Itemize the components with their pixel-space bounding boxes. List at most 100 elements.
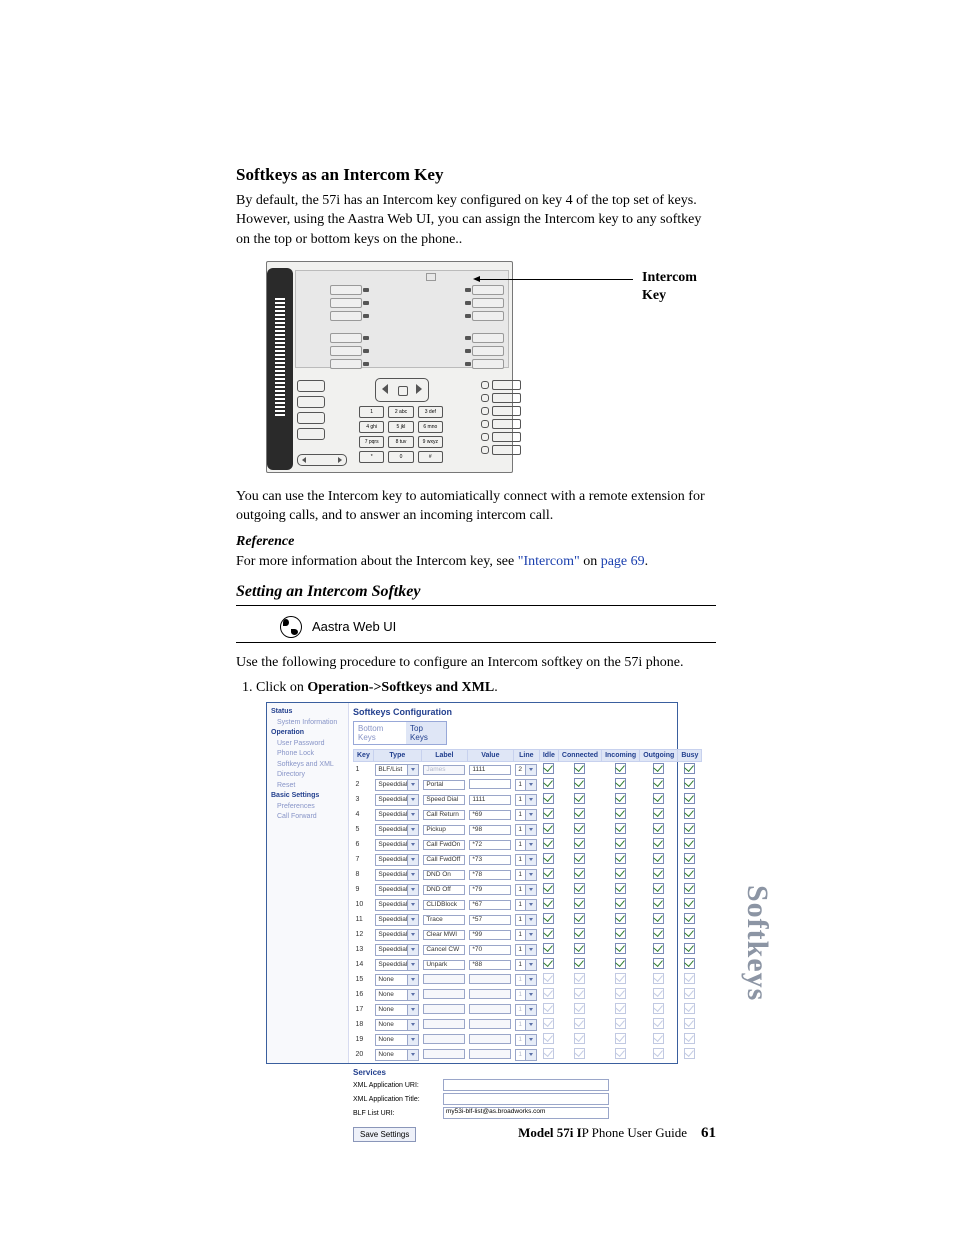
value-input[interactable]: *69 bbox=[469, 810, 511, 820]
type-select[interactable]: None bbox=[375, 1049, 419, 1061]
xml-uri-input[interactable] bbox=[443, 1079, 609, 1091]
label-input[interactable]: Call Return bbox=[423, 810, 465, 820]
state-checkbox[interactable] bbox=[615, 868, 626, 879]
label-input[interactable]: Call FwdOn bbox=[423, 840, 465, 850]
value-input[interactable]: *88 bbox=[469, 960, 511, 970]
state-checkbox[interactable] bbox=[615, 943, 626, 954]
state-checkbox[interactable] bbox=[574, 793, 585, 804]
state-checkbox[interactable] bbox=[574, 868, 585, 879]
line-select[interactable]: 1 bbox=[515, 839, 537, 851]
value-input[interactable]: *70 bbox=[469, 945, 511, 955]
line-select[interactable]: 1 bbox=[515, 959, 537, 971]
state-checkbox[interactable] bbox=[574, 958, 585, 969]
state-checkbox[interactable] bbox=[653, 958, 664, 969]
state-checkbox[interactable] bbox=[574, 823, 585, 834]
state-checkbox[interactable] bbox=[543, 868, 554, 879]
state-checkbox[interactable] bbox=[543, 913, 554, 924]
type-select[interactable]: Speeddial bbox=[375, 794, 419, 806]
line-select[interactable]: 1 bbox=[515, 854, 537, 866]
value-input[interactable]: *99 bbox=[469, 930, 511, 940]
value-input[interactable]: *98 bbox=[469, 825, 511, 835]
value-input[interactable]: *57 bbox=[469, 915, 511, 925]
value-input[interactable]: *72 bbox=[469, 840, 511, 850]
label-input[interactable]: Trace bbox=[423, 915, 465, 925]
state-checkbox[interactable] bbox=[653, 808, 664, 819]
type-select[interactable]: None bbox=[375, 974, 419, 986]
value-input[interactable]: *67 bbox=[469, 900, 511, 910]
label-input[interactable]: Unpark bbox=[423, 960, 465, 970]
state-checkbox[interactable] bbox=[615, 928, 626, 939]
line-select[interactable]: 1 bbox=[515, 794, 537, 806]
line-select[interactable]: 1 bbox=[515, 914, 537, 926]
state-checkbox[interactable] bbox=[684, 838, 695, 849]
state-checkbox[interactable] bbox=[574, 928, 585, 939]
state-checkbox[interactable] bbox=[574, 778, 585, 789]
state-checkbox[interactable] bbox=[653, 763, 664, 774]
line-select[interactable]: 2 bbox=[515, 764, 537, 776]
state-checkbox[interactable] bbox=[543, 793, 554, 804]
label-input[interactable]: Clear MWI bbox=[423, 930, 465, 940]
type-select[interactable]: None bbox=[375, 1004, 419, 1016]
value-input[interactable]: 1111 bbox=[469, 765, 511, 775]
type-select[interactable]: Speeddial bbox=[375, 929, 419, 941]
type-select[interactable]: Speeddial bbox=[375, 914, 419, 926]
state-checkbox[interactable] bbox=[543, 958, 554, 969]
type-select[interactable]: None bbox=[375, 1034, 419, 1046]
state-checkbox[interactable] bbox=[615, 853, 626, 864]
type-select[interactable]: None bbox=[375, 989, 419, 1001]
state-checkbox[interactable] bbox=[684, 763, 695, 774]
type-select[interactable]: Speeddial bbox=[375, 899, 419, 911]
line-select[interactable]: 1 bbox=[515, 824, 537, 836]
state-checkbox[interactable] bbox=[543, 763, 554, 774]
label-input[interactable]: Speed Dial bbox=[423, 795, 465, 805]
state-checkbox[interactable] bbox=[653, 778, 664, 789]
line-select[interactable]: 1 bbox=[515, 884, 537, 896]
state-checkbox[interactable] bbox=[653, 898, 664, 909]
state-checkbox[interactable] bbox=[574, 898, 585, 909]
state-checkbox[interactable] bbox=[543, 898, 554, 909]
state-checkbox[interactable] bbox=[574, 763, 585, 774]
state-checkbox[interactable] bbox=[684, 928, 695, 939]
type-select[interactable]: Speeddial bbox=[375, 839, 419, 851]
state-checkbox[interactable] bbox=[684, 778, 695, 789]
line-select[interactable]: 1 bbox=[515, 944, 537, 956]
state-checkbox[interactable] bbox=[684, 898, 695, 909]
type-select[interactable]: Speeddial bbox=[375, 779, 419, 791]
state-checkbox[interactable] bbox=[543, 838, 554, 849]
state-checkbox[interactable] bbox=[615, 913, 626, 924]
state-checkbox[interactable] bbox=[684, 913, 695, 924]
state-checkbox[interactable] bbox=[615, 823, 626, 834]
label-input[interactable]: Pickup bbox=[423, 825, 465, 835]
state-checkbox[interactable] bbox=[615, 898, 626, 909]
state-checkbox[interactable] bbox=[615, 808, 626, 819]
state-checkbox[interactable] bbox=[653, 793, 664, 804]
line-select[interactable]: 1 bbox=[515, 809, 537, 821]
state-checkbox[interactable] bbox=[653, 838, 664, 849]
xml-title-input[interactable] bbox=[443, 1093, 609, 1105]
type-select[interactable]: Speeddial bbox=[375, 869, 419, 881]
state-checkbox[interactable] bbox=[684, 868, 695, 879]
label-input[interactable]: Cancel CW bbox=[423, 945, 465, 955]
type-select[interactable]: Speeddial bbox=[375, 809, 419, 821]
type-select[interactable]: Speeddial bbox=[375, 824, 419, 836]
type-select[interactable]: Speeddial bbox=[375, 959, 419, 971]
state-checkbox[interactable] bbox=[574, 838, 585, 849]
tab-bottom-keys[interactable]: Bottom Keys bbox=[354, 722, 406, 744]
state-checkbox[interactable] bbox=[653, 928, 664, 939]
state-checkbox[interactable] bbox=[684, 943, 695, 954]
value-input[interactable]: *79 bbox=[469, 885, 511, 895]
state-checkbox[interactable] bbox=[653, 943, 664, 954]
state-checkbox[interactable] bbox=[653, 883, 664, 894]
state-checkbox[interactable] bbox=[574, 808, 585, 819]
state-checkbox[interactable] bbox=[615, 763, 626, 774]
line-select[interactable]: 1 bbox=[515, 779, 537, 791]
page-link[interactable]: page 69 bbox=[601, 554, 645, 569]
label-input[interactable]: DND On bbox=[423, 870, 465, 880]
state-checkbox[interactable] bbox=[653, 823, 664, 834]
label-input[interactable]: CLIDBlock bbox=[423, 900, 465, 910]
label-input[interactable]: James bbox=[423, 765, 465, 775]
state-checkbox[interactable] bbox=[684, 883, 695, 894]
state-checkbox[interactable] bbox=[543, 883, 554, 894]
label-input[interactable]: DND Off bbox=[423, 885, 465, 895]
type-select[interactable]: BLF/List bbox=[375, 764, 419, 776]
